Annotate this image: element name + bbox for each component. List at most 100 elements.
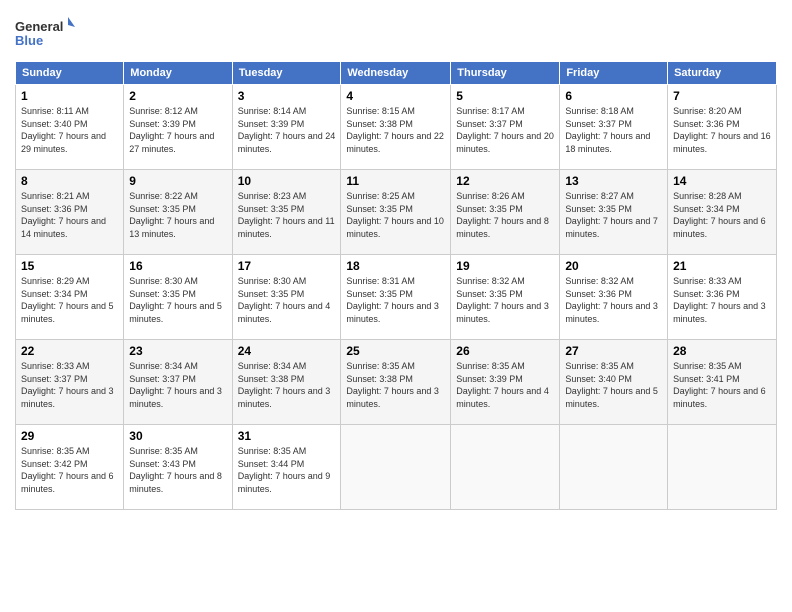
day-number: 18 — [346, 259, 445, 273]
day-info: Sunrise: 8:35 AM Sunset: 3:38 PM Dayligh… — [346, 361, 439, 409]
day-info: Sunrise: 8:35 AM Sunset: 3:41 PM Dayligh… — [673, 361, 766, 409]
day-number: 29 — [21, 429, 118, 443]
day-number: 30 — [129, 429, 226, 443]
calendar-cell: 20 Sunrise: 8:32 AM Sunset: 3:36 PM Dayl… — [560, 255, 668, 340]
day-number: 23 — [129, 344, 226, 358]
day-number: 21 — [673, 259, 771, 273]
day-info: Sunrise: 8:12 AM Sunset: 3:39 PM Dayligh… — [129, 106, 214, 154]
calendar-cell: 5 Sunrise: 8:17 AM Sunset: 3:37 PM Dayli… — [451, 85, 560, 170]
day-info: Sunrise: 8:11 AM Sunset: 3:40 PM Dayligh… — [21, 106, 106, 154]
day-number: 10 — [238, 174, 336, 188]
day-info: Sunrise: 8:29 AM Sunset: 3:34 PM Dayligh… — [21, 276, 114, 324]
day-number: 1 — [21, 89, 118, 103]
calendar-cell: 25 Sunrise: 8:35 AM Sunset: 3:38 PM Dayl… — [341, 340, 451, 425]
calendar-cell: 16 Sunrise: 8:30 AM Sunset: 3:35 PM Dayl… — [124, 255, 232, 340]
calendar-cell: 11 Sunrise: 8:25 AM Sunset: 3:35 PM Dayl… — [341, 170, 451, 255]
calendar-cell: 13 Sunrise: 8:27 AM Sunset: 3:35 PM Dayl… — [560, 170, 668, 255]
day-number: 14 — [673, 174, 771, 188]
calendar-cell: 7 Sunrise: 8:20 AM Sunset: 3:36 PM Dayli… — [668, 85, 777, 170]
col-header-friday: Friday — [560, 62, 668, 85]
logo: General Blue — [15, 15, 75, 53]
svg-text:Blue: Blue — [15, 33, 43, 48]
day-number: 26 — [456, 344, 554, 358]
calendar-cell: 1 Sunrise: 8:11 AM Sunset: 3:40 PM Dayli… — [16, 85, 124, 170]
day-info: Sunrise: 8:35 AM Sunset: 3:40 PM Dayligh… — [565, 361, 658, 409]
day-info: Sunrise: 8:35 AM Sunset: 3:42 PM Dayligh… — [21, 446, 114, 494]
day-info: Sunrise: 8:30 AM Sunset: 3:35 PM Dayligh… — [129, 276, 222, 324]
calendar-cell: 17 Sunrise: 8:30 AM Sunset: 3:35 PM Dayl… — [232, 255, 341, 340]
day-number: 13 — [565, 174, 662, 188]
day-info: Sunrise: 8:35 AM Sunset: 3:44 PM Dayligh… — [238, 446, 331, 494]
page-header: General Blue — [15, 10, 777, 53]
calendar-cell: 18 Sunrise: 8:31 AM Sunset: 3:35 PM Dayl… — [341, 255, 451, 340]
col-header-saturday: Saturday — [668, 62, 777, 85]
calendar-cell: 22 Sunrise: 8:33 AM Sunset: 3:37 PM Dayl… — [16, 340, 124, 425]
day-number: 12 — [456, 174, 554, 188]
day-number: 7 — [673, 89, 771, 103]
col-header-thursday: Thursday — [451, 62, 560, 85]
day-number: 28 — [673, 344, 771, 358]
calendar-cell: 29 Sunrise: 8:35 AM Sunset: 3:42 PM Dayl… — [16, 425, 124, 510]
calendar-cell: 30 Sunrise: 8:35 AM Sunset: 3:43 PM Dayl… — [124, 425, 232, 510]
day-info: Sunrise: 8:33 AM Sunset: 3:37 PM Dayligh… — [21, 361, 114, 409]
day-number: 5 — [456, 89, 554, 103]
day-number: 11 — [346, 174, 445, 188]
calendar-cell: 24 Sunrise: 8:34 AM Sunset: 3:38 PM Dayl… — [232, 340, 341, 425]
col-header-tuesday: Tuesday — [232, 62, 341, 85]
day-info: Sunrise: 8:35 AM Sunset: 3:39 PM Dayligh… — [456, 361, 549, 409]
day-info: Sunrise: 8:33 AM Sunset: 3:36 PM Dayligh… — [673, 276, 766, 324]
day-info: Sunrise: 8:15 AM Sunset: 3:38 PM Dayligh… — [346, 106, 444, 154]
day-number: 27 — [565, 344, 662, 358]
calendar-cell: 31 Sunrise: 8:35 AM Sunset: 3:44 PM Dayl… — [232, 425, 341, 510]
calendar-cell: 19 Sunrise: 8:32 AM Sunset: 3:35 PM Dayl… — [451, 255, 560, 340]
day-info: Sunrise: 8:22 AM Sunset: 3:35 PM Dayligh… — [129, 191, 214, 239]
day-number: 8 — [21, 174, 118, 188]
day-info: Sunrise: 8:25 AM Sunset: 3:35 PM Dayligh… — [346, 191, 444, 239]
calendar-cell — [341, 425, 451, 510]
calendar-cell: 8 Sunrise: 8:21 AM Sunset: 3:36 PM Dayli… — [16, 170, 124, 255]
calendar-cell: 23 Sunrise: 8:34 AM Sunset: 3:37 PM Dayl… — [124, 340, 232, 425]
day-number: 19 — [456, 259, 554, 273]
day-info: Sunrise: 8:14 AM Sunset: 3:39 PM Dayligh… — [238, 106, 336, 154]
day-info: Sunrise: 8:34 AM Sunset: 3:37 PM Dayligh… — [129, 361, 222, 409]
day-info: Sunrise: 8:32 AM Sunset: 3:36 PM Dayligh… — [565, 276, 658, 324]
day-info: Sunrise: 8:18 AM Sunset: 3:37 PM Dayligh… — [565, 106, 650, 154]
day-info: Sunrise: 8:20 AM Sunset: 3:36 PM Dayligh… — [673, 106, 771, 154]
calendar-cell: 15 Sunrise: 8:29 AM Sunset: 3:34 PM Dayl… — [16, 255, 124, 340]
calendar-table: SundayMondayTuesdayWednesdayThursdayFrid… — [15, 61, 777, 510]
day-info: Sunrise: 8:21 AM Sunset: 3:36 PM Dayligh… — [21, 191, 106, 239]
day-number: 16 — [129, 259, 226, 273]
day-info: Sunrise: 8:27 AM Sunset: 3:35 PM Dayligh… — [565, 191, 658, 239]
logo-svg: General Blue — [15, 15, 75, 53]
calendar-cell: 21 Sunrise: 8:33 AM Sunset: 3:36 PM Dayl… — [668, 255, 777, 340]
calendar-cell: 4 Sunrise: 8:15 AM Sunset: 3:38 PM Dayli… — [341, 85, 451, 170]
calendar-cell: 2 Sunrise: 8:12 AM Sunset: 3:39 PM Dayli… — [124, 85, 232, 170]
day-number: 15 — [21, 259, 118, 273]
day-info: Sunrise: 8:34 AM Sunset: 3:38 PM Dayligh… — [238, 361, 331, 409]
day-info: Sunrise: 8:26 AM Sunset: 3:35 PM Dayligh… — [456, 191, 549, 239]
day-number: 25 — [346, 344, 445, 358]
calendar-cell: 3 Sunrise: 8:14 AM Sunset: 3:39 PM Dayli… — [232, 85, 341, 170]
day-number: 24 — [238, 344, 336, 358]
day-info: Sunrise: 8:23 AM Sunset: 3:35 PM Dayligh… — [238, 191, 335, 239]
calendar-cell — [560, 425, 668, 510]
day-number: 6 — [565, 89, 662, 103]
day-info: Sunrise: 8:31 AM Sunset: 3:35 PM Dayligh… — [346, 276, 439, 324]
day-info: Sunrise: 8:28 AM Sunset: 3:34 PM Dayligh… — [673, 191, 766, 239]
day-info: Sunrise: 8:30 AM Sunset: 3:35 PM Dayligh… — [238, 276, 331, 324]
day-number: 22 — [21, 344, 118, 358]
calendar-cell: 28 Sunrise: 8:35 AM Sunset: 3:41 PM Dayl… — [668, 340, 777, 425]
day-number: 4 — [346, 89, 445, 103]
day-number: 3 — [238, 89, 336, 103]
svg-text:General: General — [15, 19, 63, 34]
col-header-wednesday: Wednesday — [341, 62, 451, 85]
calendar-cell: 12 Sunrise: 8:26 AM Sunset: 3:35 PM Dayl… — [451, 170, 560, 255]
day-number: 17 — [238, 259, 336, 273]
calendar-cell: 26 Sunrise: 8:35 AM Sunset: 3:39 PM Dayl… — [451, 340, 560, 425]
day-number: 31 — [238, 429, 336, 443]
calendar-cell — [451, 425, 560, 510]
day-info: Sunrise: 8:17 AM Sunset: 3:37 PM Dayligh… — [456, 106, 554, 154]
day-number: 9 — [129, 174, 226, 188]
calendar-cell: 10 Sunrise: 8:23 AM Sunset: 3:35 PM Dayl… — [232, 170, 341, 255]
col-header-sunday: Sunday — [16, 62, 124, 85]
